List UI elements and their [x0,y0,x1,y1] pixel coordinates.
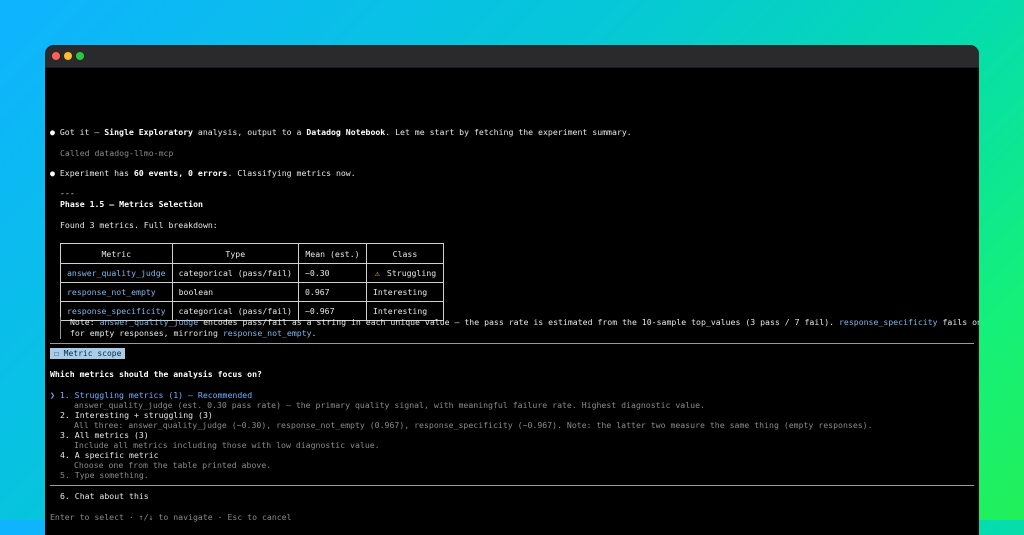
divider [50,485,974,486]
class-cell: Interesting [365,282,444,302]
type-cell: categorical (pass/fail) [171,263,299,283]
metric-scope-tab[interactable]: ☐ Metric scope [50,348,126,359]
column-header-mean: Mean (est.) [297,243,367,264]
maximize-window-button[interactable] [76,52,84,60]
column-header-class: Class [365,243,444,264]
close-window-button[interactable] [52,52,60,60]
question-title: Which metrics should the analysis focus … [50,369,262,379]
table-row: answer_quality_judge categorical (pass/f… [60,263,444,283]
terminal-output: ● Got it — Single Exploratory analysis, … [45,67,979,535]
option-2-description: All three: answer_quality_judge (~0.30),… [74,420,873,430]
terminal-window: ● Got it — Single Exploratory analysis, … [45,45,979,535]
note-line-2: for empty responses, mirroring response_… [70,328,317,338]
found-text: Found 3 metrics. Full breakdown: [60,220,218,230]
phase-title: Phase 1.5 — Metrics Selection [60,199,203,209]
separator-text: --- [60,188,75,198]
option-5[interactable]: 5. Type something. [60,470,149,481]
note-line-1: Note: answer_quality_judge encodes pass/… [70,317,979,327]
bullet-icon: ● [50,127,55,137]
column-header-type: Type [171,243,299,264]
keyboard-hints: Enter to select · ↑/↓ to navigate · Esc … [50,512,292,522]
assistant-message: ● Experiment has 60 events, 0 errors. Cl… [50,168,356,178]
table-header-row: Metric Type Mean (est.) Class [60,243,444,264]
minimize-window-button[interactable] [64,52,72,60]
note-quote-bar [60,317,61,339]
bullet-icon: ● [50,168,55,178]
mean-cell: ~0.30 [297,263,367,283]
divider [50,343,974,344]
tool-call-line: Called datadog-llmo-mcp [60,148,174,158]
table-row: response_not_empty boolean 0.967 Interes… [60,282,444,302]
column-header-metric: Metric [60,243,173,264]
mean-cell: 0.967 [297,282,367,302]
title-bar [45,45,979,68]
class-cell: ⚠ Struggling [365,263,444,283]
warning-icon: ⚠ [375,268,380,278]
type-cell: boolean [171,282,299,302]
metric-name-cell: answer_quality_judge [60,263,173,283]
assistant-message: ● Got it — Single Exploratory analysis, … [50,127,632,137]
metric-name-cell: response_not_empty [60,282,173,302]
metrics-table: Metric Type Mean (est.) Class answer_qua… [60,243,444,321]
cursor-icon: ❯ [50,390,55,400]
option-6-chat[interactable]: 6. Chat about this [60,491,149,502]
